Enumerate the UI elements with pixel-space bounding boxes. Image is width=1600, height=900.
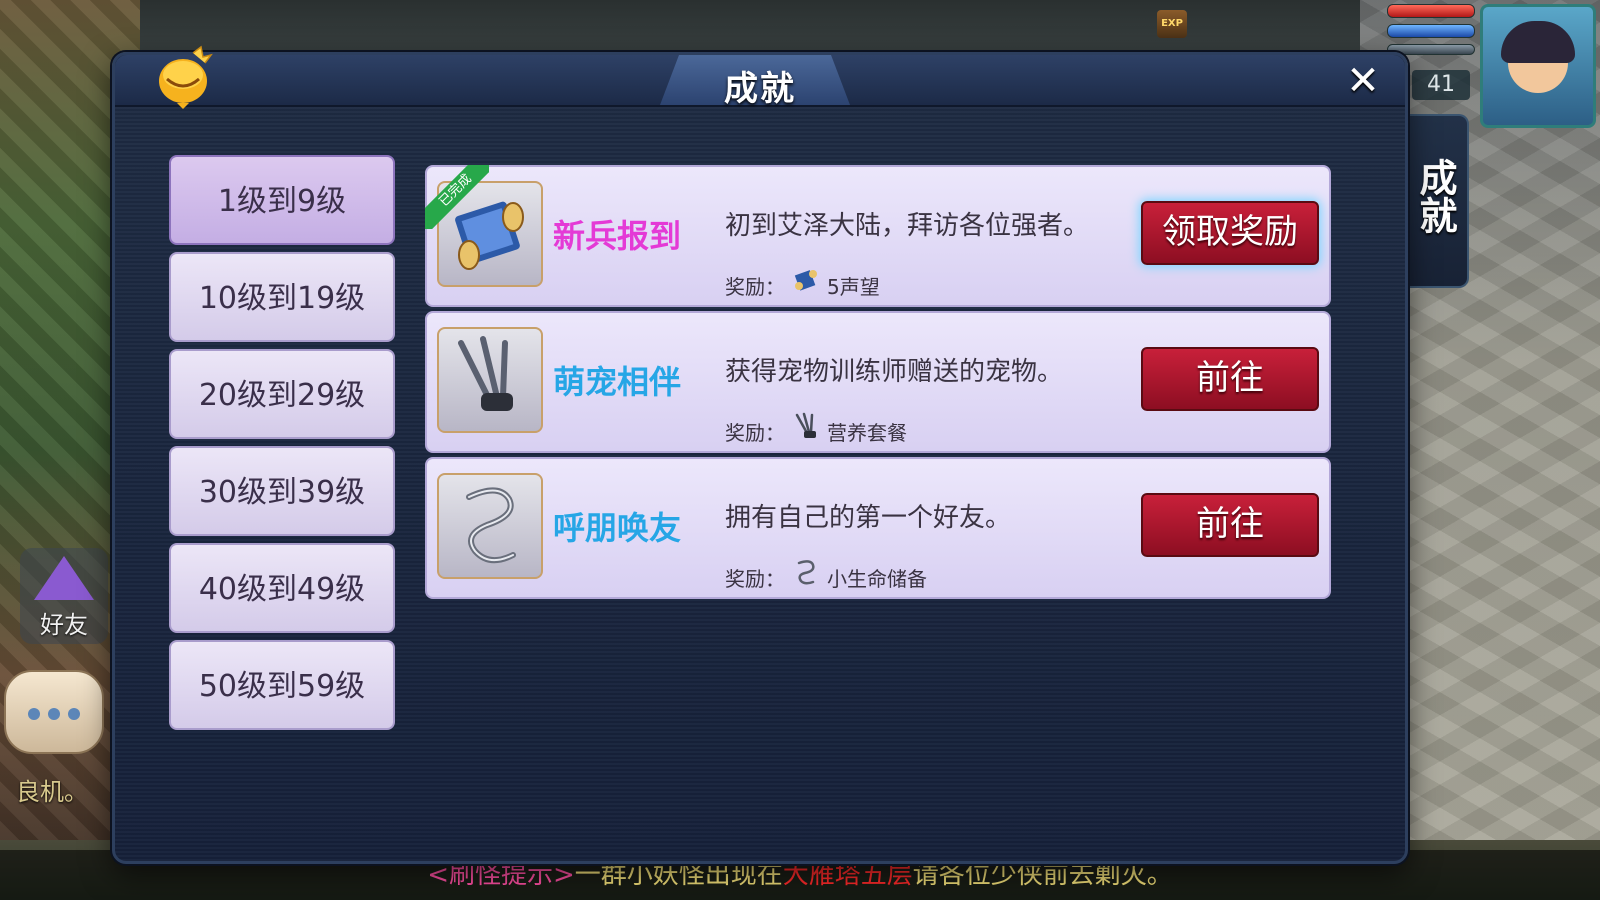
mascot-icon (159, 45, 213, 109)
achievement-card: 已完成 新兵报到 初到艾泽大陆，拜访各位强者。 奖励： 5声望 领取奖励 (425, 165, 1331, 307)
achievement-item-slot[interactable] (437, 327, 543, 433)
chat-dot-icon (68, 708, 80, 720)
achievement-description: 拥有自己的第一个好友。 (725, 503, 1012, 533)
mp-bar (1387, 24, 1475, 38)
achievement-description: 获得宠物训练师赠送的宠物。 (725, 357, 1064, 387)
level-tab-50-59[interactable]: 50级到59级 (169, 640, 395, 730)
level-tab-30-39[interactable]: 30级到39级 (169, 446, 395, 536)
side-tab-label: 成就 (1413, 158, 1457, 234)
go-button[interactable]: 前往 (1141, 347, 1319, 411)
reward-value: 小生命储备 (827, 567, 927, 591)
reward-label: 奖励： (725, 567, 785, 591)
scroll-icon (794, 270, 817, 291)
achievement-card: 呼朋唤友 拥有自己的第一个好友。 奖励： 小生命储备 前往 (425, 457, 1331, 599)
reward-label: 奖励： (725, 275, 785, 299)
friends-label: 好友 (40, 611, 88, 639)
reward-label: 奖励： (725, 421, 785, 445)
achievement-name: 呼朋唤友 (553, 509, 682, 547)
chat-snippet: 良机。 (16, 778, 88, 806)
ribbon-icon (797, 560, 815, 585)
claim-reward-button[interactable]: 领取奖励 (1141, 201, 1319, 265)
completed-ribbon: 已完成 (425, 165, 489, 229)
exp-badge-icon[interactable]: EXP (1157, 10, 1187, 38)
player-avatar[interactable] (1480, 4, 1596, 128)
achievement-list: 已完成 新兵报到 初到艾泽大陆，拜访各位强者。 奖励： 5声望 领取奖励 萌宠相 (425, 165, 1331, 603)
chat-dot-icon (28, 708, 40, 720)
level-tab-20-29[interactable]: 20级到29级 (169, 349, 395, 439)
ticker-tag: <刷怪提示> (427, 860, 575, 890)
claws-icon (458, 336, 513, 411)
chat-button[interactable] (4, 670, 104, 754)
achievements-dialog: 成就 ✕ 1级到9级 10级到19级 20级到29级 30级到39级 40级到4… (112, 45, 1408, 864)
dialog-title: 成就 (724, 69, 796, 109)
reward-value: 营养套餐 (827, 421, 907, 445)
level-tabs: 1级到9级 10级到19级 20级到29级 30级到39级 40级到49级 50… (169, 155, 395, 737)
achievement-card: 萌宠相伴 获得宠物训练师赠送的宠物。 奖励： 营养套餐 前往 (425, 311, 1331, 453)
level-tab-40-49[interactable]: 40级到49级 (169, 543, 395, 633)
go-button[interactable]: 前往 (1141, 493, 1319, 557)
ribbon-icon (466, 487, 516, 564)
player-bars (1387, 4, 1475, 61)
completed-ribbon-label: 已完成 (425, 165, 489, 229)
avatar-hair (1501, 21, 1575, 63)
chat-dot-icon (48, 708, 60, 720)
ticker-text-before: 一群小妖怪出现在 (574, 860, 783, 890)
level-tab-1-9[interactable]: 1级到9级 (169, 155, 395, 245)
ticker-location: 大雁塔五层 (782, 860, 913, 890)
level-tab-10-19[interactable]: 10级到19级 (169, 252, 395, 342)
wizard-hat-icon (34, 556, 94, 600)
achievement-name: 萌宠相伴 (553, 363, 682, 401)
achievement-item-slot[interactable] (437, 473, 543, 579)
achievement-description: 初到艾泽大陆，拜访各位强者。 (725, 211, 1090, 241)
side-tab-achievements[interactable]: 成就 (1403, 114, 1469, 288)
player-level: 41 (1412, 70, 1470, 100)
hp-bar (1387, 4, 1475, 18)
claws-icon (795, 412, 816, 438)
achievement-name: 新兵报到 (553, 217, 682, 255)
friends-button[interactable]: 好友 (20, 548, 108, 644)
ticker-text-after: 请各位少侠前去剿灭。 (912, 860, 1173, 890)
dialog-header: 成就 ✕ (115, 45, 1405, 109)
close-button[interactable]: ✕ (1341, 61, 1385, 101)
reward-value: 5声望 (827, 275, 880, 299)
